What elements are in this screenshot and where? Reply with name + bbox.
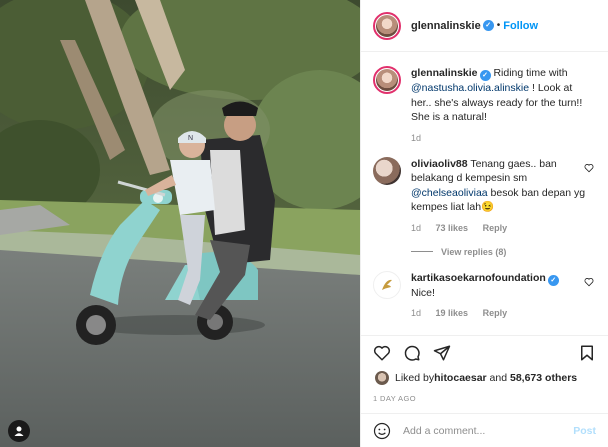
action-bar [361, 336, 608, 370]
add-comment-bar: Post [361, 413, 608, 447]
likes-middle: and [486, 372, 510, 384]
post-timestamp[interactable]: 1 DAY AGO [361, 394, 608, 412]
verified-badge-icon: ✓ [479, 70, 491, 81]
comment-item: kartikasoekarnofoundation ✓ Nice! 1d 19 l… [373, 270, 596, 318]
likes-prefix: Liked by [395, 372, 435, 384]
caption: glennalinskie ✓ Riding time with @nastush… [373, 66, 596, 143]
verified-badge-icon: ✓ [482, 20, 494, 31]
reply-button[interactable]: Reply [483, 308, 508, 318]
svg-text:N: N [188, 135, 193, 142]
like-comment-heart-icon[interactable] [584, 277, 594, 287]
verified-badge-icon: ✓ [547, 274, 559, 286]
comment-likes[interactable]: 19 likes [436, 308, 469, 318]
caption-username[interactable]: glennalinskie [411, 67, 478, 79]
separator-dot: • [496, 20, 501, 31]
comments-list[interactable]: glennalinskie ✓ Riding time with @nastush… [361, 52, 608, 336]
person-icon [14, 426, 24, 436]
scooter-photo: N [0, 0, 360, 447]
post-sidebar: glennalinskie ✓ • Follow glennalinskie ✓ … [360, 0, 608, 447]
view-replies-label: View replies (8) [441, 246, 507, 257]
comment-meta: 1d 19 likes Reply [411, 308, 591, 318]
comment-text: kartikasoekarnofoundation ✓ Nice! [411, 271, 591, 301]
comment-likes[interactable]: 73 likes [436, 223, 469, 233]
comment-time[interactable]: 1d [411, 223, 421, 233]
likes-summary: Liked by hitocaesar and 58,673 others [361, 370, 608, 386]
foundation-logo-icon [382, 279, 392, 290]
caption-meta: 1d [411, 133, 591, 143]
view-replies-line [411, 251, 433, 252]
post-photo[interactable]: N [0, 0, 360, 447]
post-comment-button[interactable]: Post [573, 425, 596, 437]
author-avatar[interactable] [373, 66, 401, 94]
comment-mention-link[interactable]: @chelseaoliviaa [411, 187, 488, 199]
save-bookmark-icon[interactable] [578, 344, 596, 362]
commenter-avatar[interactable] [373, 270, 401, 299]
comment-meta: 1d 73 likes Reply [411, 223, 591, 233]
like-comment-heart-icon[interactable] [584, 163, 594, 173]
author-avatar[interactable] [373, 11, 401, 40]
share-paper-plane-icon[interactable] [433, 344, 451, 362]
commenter-username[interactable]: oliviaoliv88 [411, 158, 468, 170]
comment-text: oliviaoliv88 Tenang gaes.. ban belakang … [411, 157, 591, 215]
emoji-smiley-icon[interactable] [373, 422, 391, 440]
like-heart-icon[interactable] [373, 344, 391, 362]
caption-time[interactable]: 1d [411, 133, 421, 143]
commenter-avatar[interactable] [373, 156, 401, 185]
user-tag-icon[interactable] [8, 420, 30, 442]
likes-count-link[interactable]: 58,673 others [510, 372, 577, 384]
liker-username[interactable]: hitocaesar [434, 372, 487, 384]
comment-input[interactable] [403, 424, 574, 437]
caption-text: glennalinskie ✓ Riding time with @nastush… [411, 66, 591, 125]
reply-button[interactable]: Reply [483, 223, 508, 233]
liker-avatar[interactable] [375, 371, 389, 385]
view-replies-button[interactable]: View replies (8) [411, 247, 596, 257]
author-username[interactable]: glennalinskie [411, 20, 481, 32]
follow-button[interactable]: Follow [503, 20, 538, 32]
comment-bubble-icon[interactable] [403, 344, 421, 362]
caption-text-a: Riding time with [493, 67, 568, 79]
commenter-username[interactable]: kartikasoekarnofoundation [411, 272, 546, 284]
comment-time[interactable]: 1d [411, 308, 421, 318]
comment-body: Nice! [411, 286, 435, 299]
comment-item: oliviaoliv88 Tenang gaes.. ban belakang … [373, 156, 596, 233]
post-header: glennalinskie ✓ • Follow [361, 0, 608, 52]
caption-mention-link[interactable]: @nastusha.olivia.alinskie [411, 82, 529, 94]
